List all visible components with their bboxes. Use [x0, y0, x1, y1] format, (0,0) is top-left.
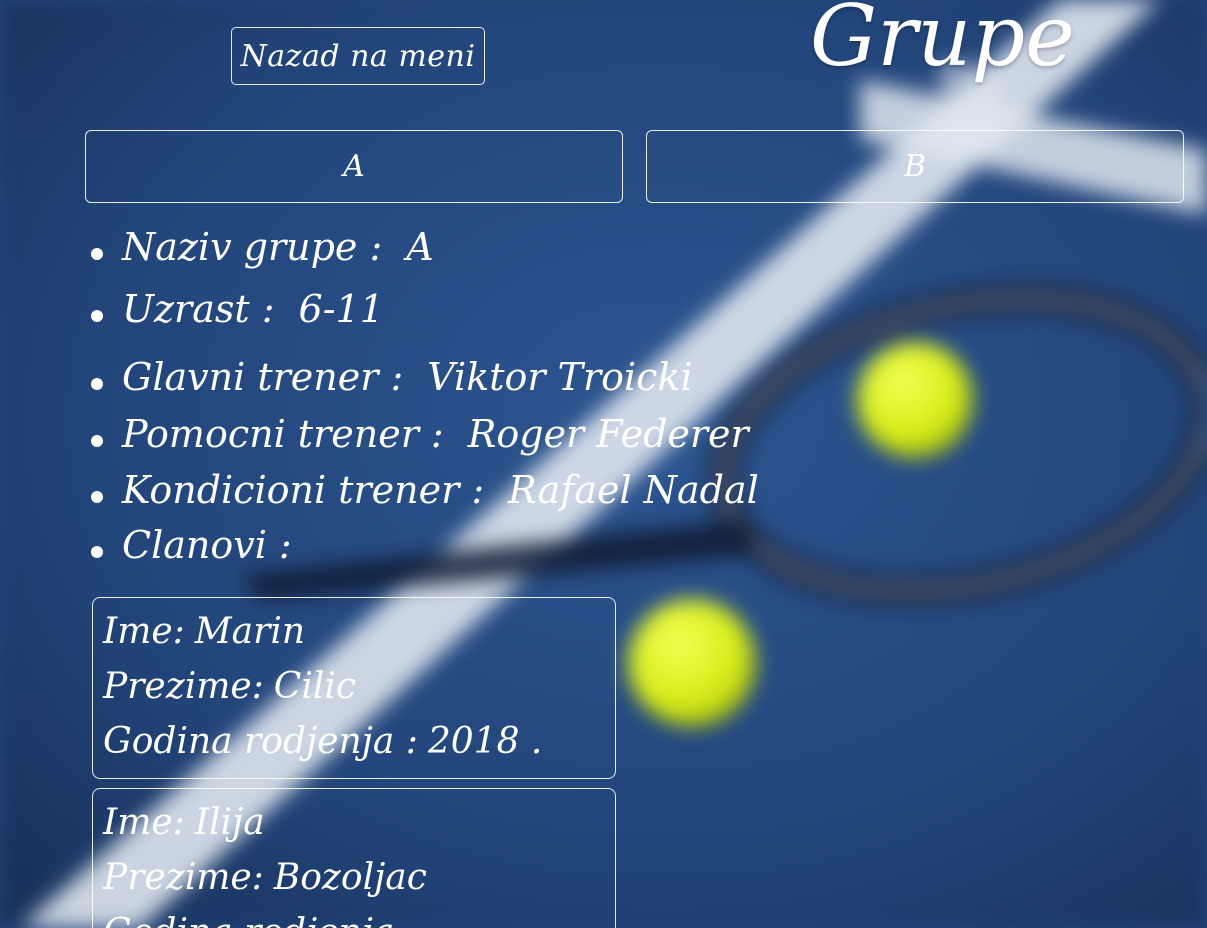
- head-coach-label: Glavni trener :: [122, 355, 404, 399]
- back-to-menu-button[interactable]: Nazad na meni: [231, 27, 485, 85]
- member-last-name-row: Prezime: Cilic: [103, 665, 605, 720]
- member-birth-year-row: Godina rodjenja :: [103, 911, 605, 928]
- member-first-name: Marin: [194, 611, 306, 652]
- member-first-name: Ilija: [194, 802, 265, 843]
- member-first-name-row: Ime: Marin: [103, 610, 605, 665]
- head-coach-item: Glavni trener : Viktor Troicki: [90, 358, 759, 415]
- member-birth-year-row: Godina rodjenja :2018 .: [103, 720, 605, 775]
- member-first-name-row: Ime: Ilija: [103, 801, 605, 856]
- page-title: Grupe: [810, 0, 1075, 85]
- assistant-coach-item: Pomocni trener : Roger Federer: [90, 415, 759, 471]
- fitness-coach-item: Kondicioni trener : Rafael Nadal: [90, 471, 759, 526]
- group-name-item: Naziv grupe : A: [90, 228, 759, 290]
- assistant-coach-value: Roger Federer: [467, 412, 749, 456]
- assistant-coach-label: Pomocni trener :: [122, 412, 444, 456]
- member-last-name-row: Prezime: Bozoljac: [103, 856, 605, 911]
- fitness-coach-label: Kondicioni trener :: [122, 468, 485, 512]
- members-item: Clanovi :: [90, 526, 759, 576]
- group-b-button[interactable]: B: [646, 130, 1184, 203]
- age-range-value: 6-11: [298, 287, 384, 331]
- fitness-coach-value: Rafael Nadal: [508, 468, 759, 512]
- group-a-button[interactable]: A: [85, 130, 623, 203]
- member-last-name-label: Prezime:: [103, 857, 264, 898]
- group-info-list: Naziv grupe : A Uzrast : 6-11 Glavni trene…: [90, 228, 759, 576]
- members-label: Clanovi :: [122, 523, 292, 567]
- group-name-label: Naziv grupe :: [122, 225, 383, 269]
- member-birth-year: 2018 .: [427, 721, 543, 762]
- group-name-value: A: [406, 225, 434, 269]
- member-last-name-label: Prezime:: [103, 666, 264, 707]
- member-last-name: Cilic: [273, 666, 357, 707]
- age-range-item: Uzrast : 6-11: [90, 290, 759, 358]
- member-card: Ime: Marin Prezime: Cilic Godina rodjenja …: [92, 597, 616, 779]
- member-last-name: Bozoljac: [273, 857, 427, 898]
- member-first-name-label: Ime:: [103, 611, 185, 652]
- head-coach-value: Viktor Troicki: [427, 355, 693, 399]
- age-range-label: Uzrast :: [122, 287, 275, 331]
- member-card: Ime:Ilija Prezime:Bozoljac Godina rodjen…: [92, 788, 616, 928]
- member-birth-year-label: Godina rodjenja :: [103, 912, 418, 928]
- member-first-name-label: Ime:: [103, 802, 185, 843]
- member-birth-year-label: Godina rodjenja :: [103, 721, 418, 762]
